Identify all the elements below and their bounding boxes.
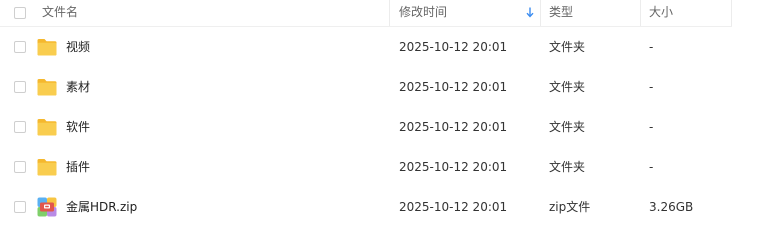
select-all-checkbox[interactable] (14, 7, 26, 19)
header-size[interactable]: 大小 (649, 5, 673, 19)
file-type: 文件夹 (549, 80, 586, 94)
file-type: 文件夹 (549, 120, 586, 134)
modified-time: 2025-10-12 20:01 (399, 120, 508, 134)
file-name[interactable]: 金属HDR.zip (66, 200, 137, 214)
file-list: 文件名 修改时间 类型 大小 视频 2025-10-12 20:01 文件夹 -… (0, 0, 780, 244)
table-row[interactable]: 金属HDR.zip 2025-10-12 20:01 zip文件 3.26GB (0, 187, 780, 227)
list-header: 文件名 修改时间 类型 大小 (0, 0, 780, 26)
table-row[interactable]: 插件 2025-10-12 20:01 文件夹 - (0, 147, 780, 187)
file-size: - (649, 120, 654, 134)
row-checkbox[interactable] (14, 201, 26, 213)
file-size: 3.26GB (649, 200, 694, 214)
row-checkbox[interactable] (14, 121, 26, 133)
file-size: - (649, 160, 654, 174)
column-divider[interactable] (640, 0, 641, 26)
table-row[interactable]: 软件 2025-10-12 20:01 文件夹 - (0, 107, 780, 147)
table-row[interactable]: 视频 2025-10-12 20:01 文件夹 - (0, 27, 780, 67)
file-size: - (649, 40, 654, 54)
modified-time: 2025-10-12 20:01 (399, 40, 508, 54)
file-type: 文件夹 (549, 40, 586, 54)
file-type: 文件夹 (549, 160, 586, 174)
column-divider[interactable] (731, 0, 732, 26)
file-name[interactable]: 插件 (66, 160, 90, 174)
file-name[interactable]: 软件 (66, 120, 90, 134)
row-checkbox[interactable] (14, 41, 26, 53)
header-type[interactable]: 类型 (549, 5, 573, 19)
header-modified[interactable]: 修改时间 (399, 5, 447, 19)
folder-icon (37, 119, 57, 136)
row-checkbox[interactable] (14, 81, 26, 93)
header-name[interactable]: 文件名 (42, 5, 78, 19)
folder-icon (37, 159, 57, 176)
folder-icon (37, 39, 57, 56)
row-checkbox[interactable] (14, 161, 26, 173)
modified-time: 2025-10-12 20:01 (399, 80, 508, 94)
file-size: - (649, 80, 654, 94)
zip-archive-icon (37, 197, 57, 217)
file-name[interactable]: 素材 (66, 80, 90, 94)
file-type: zip文件 (549, 200, 591, 214)
modified-time: 2025-10-12 20:01 (399, 200, 508, 214)
column-divider[interactable] (540, 0, 541, 26)
file-name[interactable]: 视频 (66, 40, 90, 54)
table-row[interactable]: 素材 2025-10-12 20:01 文件夹 - (0, 67, 780, 107)
folder-icon (37, 79, 57, 96)
sort-descending-icon[interactable] (526, 7, 534, 18)
column-divider[interactable] (389, 0, 390, 26)
modified-time: 2025-10-12 20:01 (399, 160, 508, 174)
